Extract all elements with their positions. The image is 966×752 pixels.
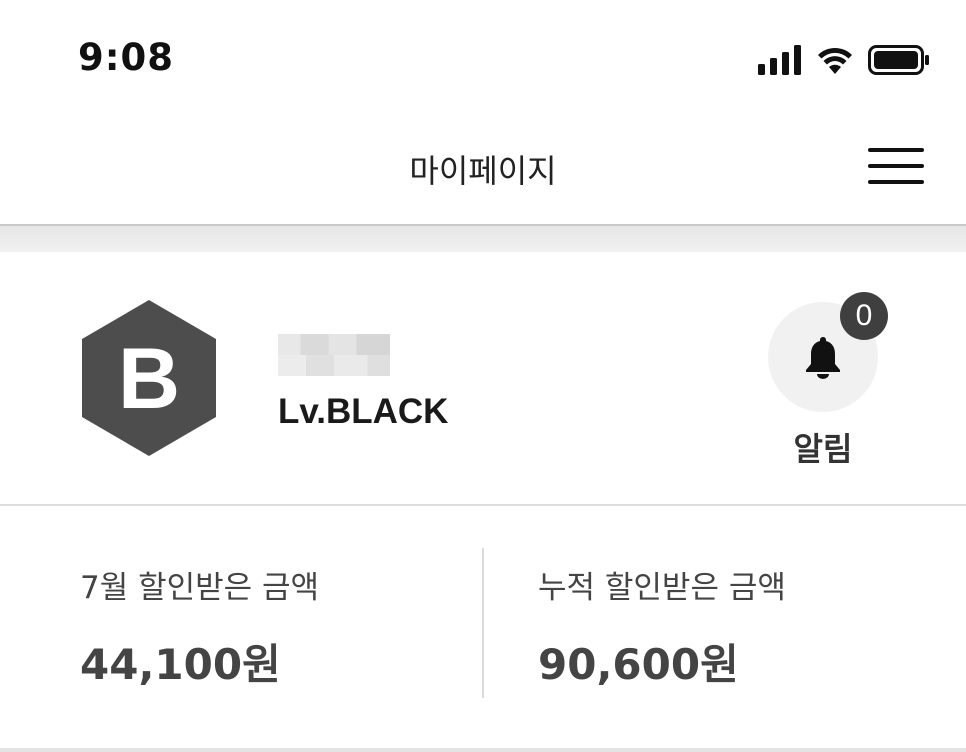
bell-icon[interactable] (804, 335, 842, 379)
total-savings: 누적 할인받은 금액 90,600원 (538, 562, 786, 692)
wifi-icon (818, 47, 852, 74)
page-title: 마이페이지 (409, 152, 557, 190)
section-separator (0, 226, 966, 252)
alarm-label: 알림 (793, 430, 853, 468)
hamburger-menu-icon[interactable] (868, 148, 924, 184)
alarm-count-badge: 0 (840, 292, 888, 340)
profile-section: B Lv.BLACK 0 알림 (0, 252, 966, 506)
status-icons (758, 42, 930, 78)
savings-divider (482, 548, 484, 698)
monthly-savings-label: 7월 할인받은 금액 (80, 570, 320, 606)
username-blurred (278, 334, 390, 376)
monthly-savings: 7월 할인받은 금액 44,100원 (80, 562, 319, 692)
status-bar: 9:08 (0, 0, 966, 108)
total-savings-label: 누적 할인받은 금액 (538, 570, 786, 606)
monthly-savings-value: 44,100원 (80, 640, 281, 689)
bottom-divider (0, 748, 966, 752)
battery-icon (868, 45, 929, 75)
level-badge-hexagon-icon: B (82, 300, 216, 456)
app-header: 마이페이지 (0, 108, 966, 226)
savings-section: 7월 할인받은 금액 44,100원 누적 할인받은 금액 90,600원 (0, 506, 966, 752)
level-badge-letter: B (118, 331, 180, 427)
alarm-button[interactable]: 0 알림 (768, 292, 888, 468)
status-time: 9:08 (78, 36, 175, 79)
total-savings-value: 90,600원 (538, 640, 739, 689)
member-level: Lv.BLACK (278, 392, 449, 431)
signal-icon (758, 45, 801, 75)
